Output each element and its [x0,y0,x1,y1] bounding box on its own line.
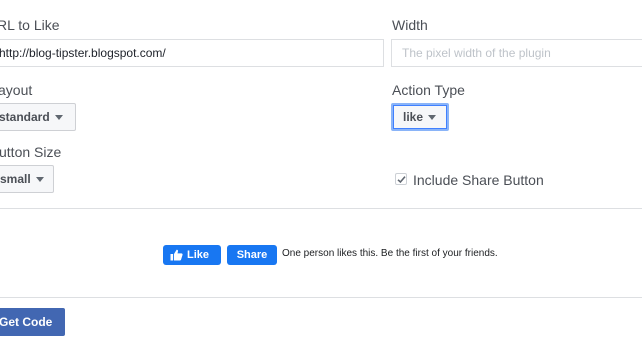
social-context-text: One person likes this. Be the first of y… [282,248,498,259]
layout-dropdown-value: standard [0,110,50,124]
url-label: RL to Like [0,17,60,33]
chevron-down-icon [35,176,44,182]
layout-label: ayout [0,82,33,98]
divider-bottom [0,297,642,298]
action-type-label: Action Type [392,82,465,98]
like-button-label: Like [187,249,210,261]
action-type-dropdown[interactable]: like [391,103,449,131]
action-type-dropdown-value: like [403,110,424,124]
layout-dropdown[interactable]: standard [0,103,76,131]
checkmark-icon [397,176,406,184]
include-share-checkbox[interactable] [395,173,407,185]
button-size-label: utton Size [0,144,62,160]
button-size-dropdown[interactable]: small [0,165,54,193]
like-button[interactable]: Like [163,245,221,265]
include-share-label: Include Share Button [413,172,544,188]
url-input[interactable]: http://blog-tipster.blogspot.com/ [0,39,384,67]
button-size-dropdown-value: small [0,172,31,186]
divider-top [0,208,642,209]
chevron-down-icon [428,114,437,120]
thumbs-up-icon [170,249,183,261]
get-code-button[interactable]: Get Code [0,308,65,336]
chevron-down-icon [54,114,63,120]
width-input[interactable]: The pixel width of the plugin [391,39,642,67]
share-button[interactable]: Share [227,245,277,265]
width-label: Width [392,17,428,33]
get-code-button-label: Get Code [0,315,53,329]
share-button-label: Share [236,249,268,261]
